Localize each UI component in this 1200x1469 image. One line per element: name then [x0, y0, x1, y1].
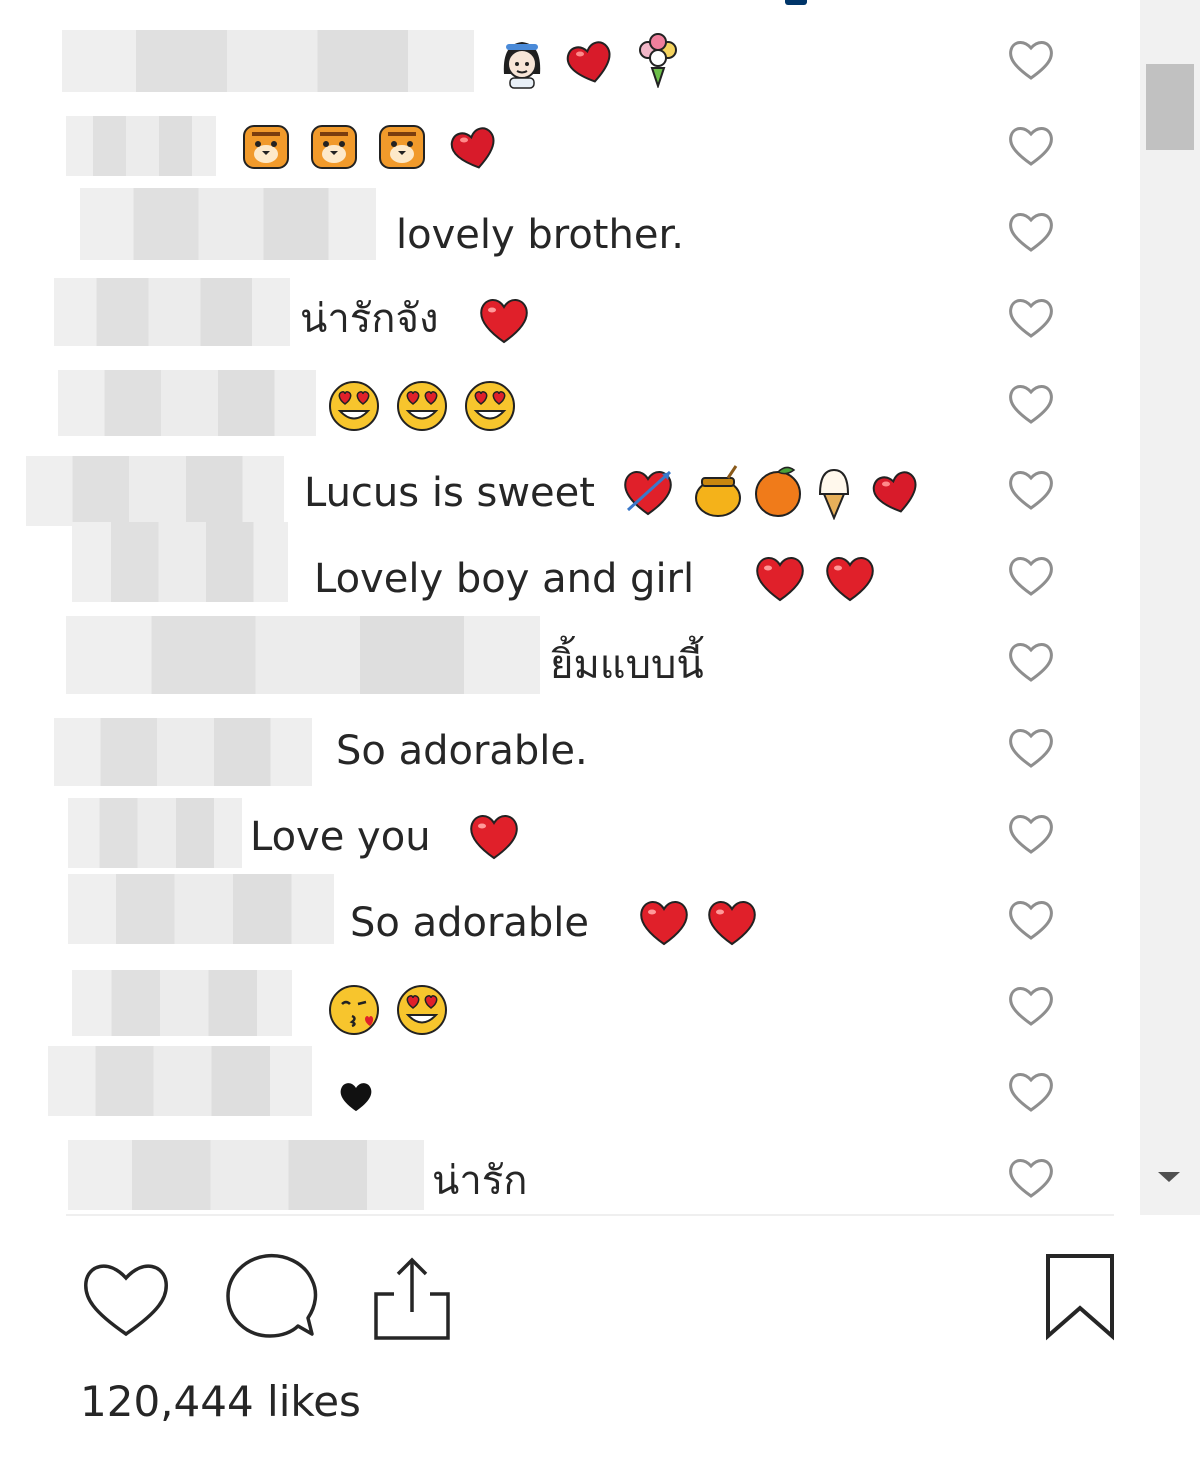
red-heart-emoji — [476, 292, 532, 348]
red-heart-emoji — [466, 808, 522, 864]
comment-text: ยิ้มแบบนี้ — [550, 642, 704, 688]
tiger-emoji — [306, 118, 362, 174]
comments-list[interactable]: lovely brother. น่ารักจัง Lucus is sweet… — [0, 0, 1140, 1215]
heart-eyes-emoji — [326, 378, 382, 434]
ice-cream-emoji — [806, 464, 862, 520]
red-heart-emoji — [752, 550, 808, 606]
comment-row: So adorable — [0, 874, 1140, 960]
heart-eyes-emoji — [394, 982, 450, 1038]
heart-emoji — [562, 34, 618, 90]
comment-text: So adorable — [350, 900, 590, 946]
comment-like-icon[interactable] — [1006, 36, 1056, 82]
comment-text: น่ารัก — [432, 1158, 528, 1204]
blurred-username — [54, 278, 290, 346]
blurred-username — [48, 1046, 312, 1116]
heart-eyes-emoji — [462, 378, 518, 434]
comment-like-icon[interactable] — [1006, 1068, 1056, 1114]
red-heart-emoji — [704, 894, 760, 950]
heart-emoji — [446, 120, 502, 176]
comment-row: lovely brother. — [0, 186, 1140, 272]
comment-text: Lucus is sweet — [304, 470, 595, 516]
black-heart-emoji — [330, 1070, 382, 1118]
honey-pot-emoji — [690, 464, 746, 520]
comment-text: lovely brother. — [396, 212, 684, 258]
scrollbar[interactable] — [1140, 0, 1200, 1215]
comment-like-icon[interactable] — [1006, 380, 1056, 426]
tiger-emoji — [374, 118, 430, 174]
blurred-username — [66, 116, 216, 176]
comment-row — [0, 14, 1140, 100]
comment-text: น่ารักจัง — [300, 296, 439, 342]
scrollbar-thumb[interactable] — [1146, 64, 1194, 150]
comment-row: น่ารัก — [0, 1132, 1140, 1215]
blurred-username — [72, 522, 288, 602]
comment-row: ยิ้มแบบนี้ — [0, 616, 1140, 702]
scroll-down-arrow-icon[interactable] — [1158, 1172, 1180, 1182]
bouquet-emoji — [630, 32, 686, 88]
likes-count[interactable]: 120,444 likes — [80, 1374, 361, 1430]
comment-row — [0, 960, 1140, 1046]
blurred-username — [54, 718, 312, 786]
blurred-username — [62, 30, 474, 92]
comment-like-icon[interactable] — [1006, 208, 1056, 254]
heart-arrow-emoji — [620, 464, 676, 520]
comment-row: น่ารักจัง — [0, 272, 1140, 358]
red-heart-emoji — [636, 894, 692, 950]
comment-row — [0, 100, 1140, 186]
divider — [66, 1214, 1114, 1216]
heart-emoji — [868, 464, 924, 520]
comment-row: So adorable. — [0, 702, 1140, 788]
comment-like-icon[interactable] — [1006, 982, 1056, 1028]
comment-like-icon[interactable] — [1006, 294, 1056, 340]
comment-row: Love you — [0, 788, 1140, 874]
blurred-username — [68, 874, 334, 944]
comment-row — [0, 1046, 1140, 1132]
comment-like-icon[interactable] — [1006, 638, 1056, 684]
comment-text: Lovely boy and girl — [314, 556, 695, 602]
tiger-emoji — [238, 118, 294, 174]
blurred-username — [72, 970, 292, 1036]
comment-like-icon[interactable] — [1006, 724, 1056, 770]
comment-row — [0, 358, 1140, 444]
comment-bubble-icon[interactable] — [224, 1252, 318, 1342]
woman-emoji — [494, 34, 550, 90]
blurred-username — [68, 798, 242, 868]
red-heart-emoji — [822, 550, 878, 606]
blurred-username — [26, 456, 284, 526]
kissing-face-emoji — [326, 982, 382, 1038]
blurred-username — [80, 188, 376, 260]
blurred-username — [66, 616, 540, 694]
comment-row: Lovely boy and girl — [0, 522, 1140, 616]
comment-text: Love you — [250, 814, 431, 860]
comment-row: Lucus is sweet — [0, 444, 1140, 530]
blurred-username — [68, 1140, 424, 1210]
comment-text: So adorable. — [336, 728, 588, 774]
comment-like-icon[interactable] — [1006, 896, 1056, 942]
share-upload-icon[interactable] — [368, 1254, 456, 1342]
bookmark-icon[interactable] — [1044, 1252, 1116, 1342]
comment-like-icon[interactable] — [1006, 466, 1056, 512]
blurred-username — [58, 370, 316, 436]
heart-outline-icon[interactable] — [80, 1256, 172, 1340]
tangerine-emoji — [750, 462, 806, 518]
comment-like-icon[interactable] — [1006, 1154, 1056, 1200]
heart-eyes-emoji — [394, 378, 450, 434]
comment-like-icon[interactable] — [1006, 552, 1056, 598]
comment-like-icon[interactable] — [1006, 810, 1056, 856]
comment-like-icon[interactable] — [1006, 122, 1056, 168]
